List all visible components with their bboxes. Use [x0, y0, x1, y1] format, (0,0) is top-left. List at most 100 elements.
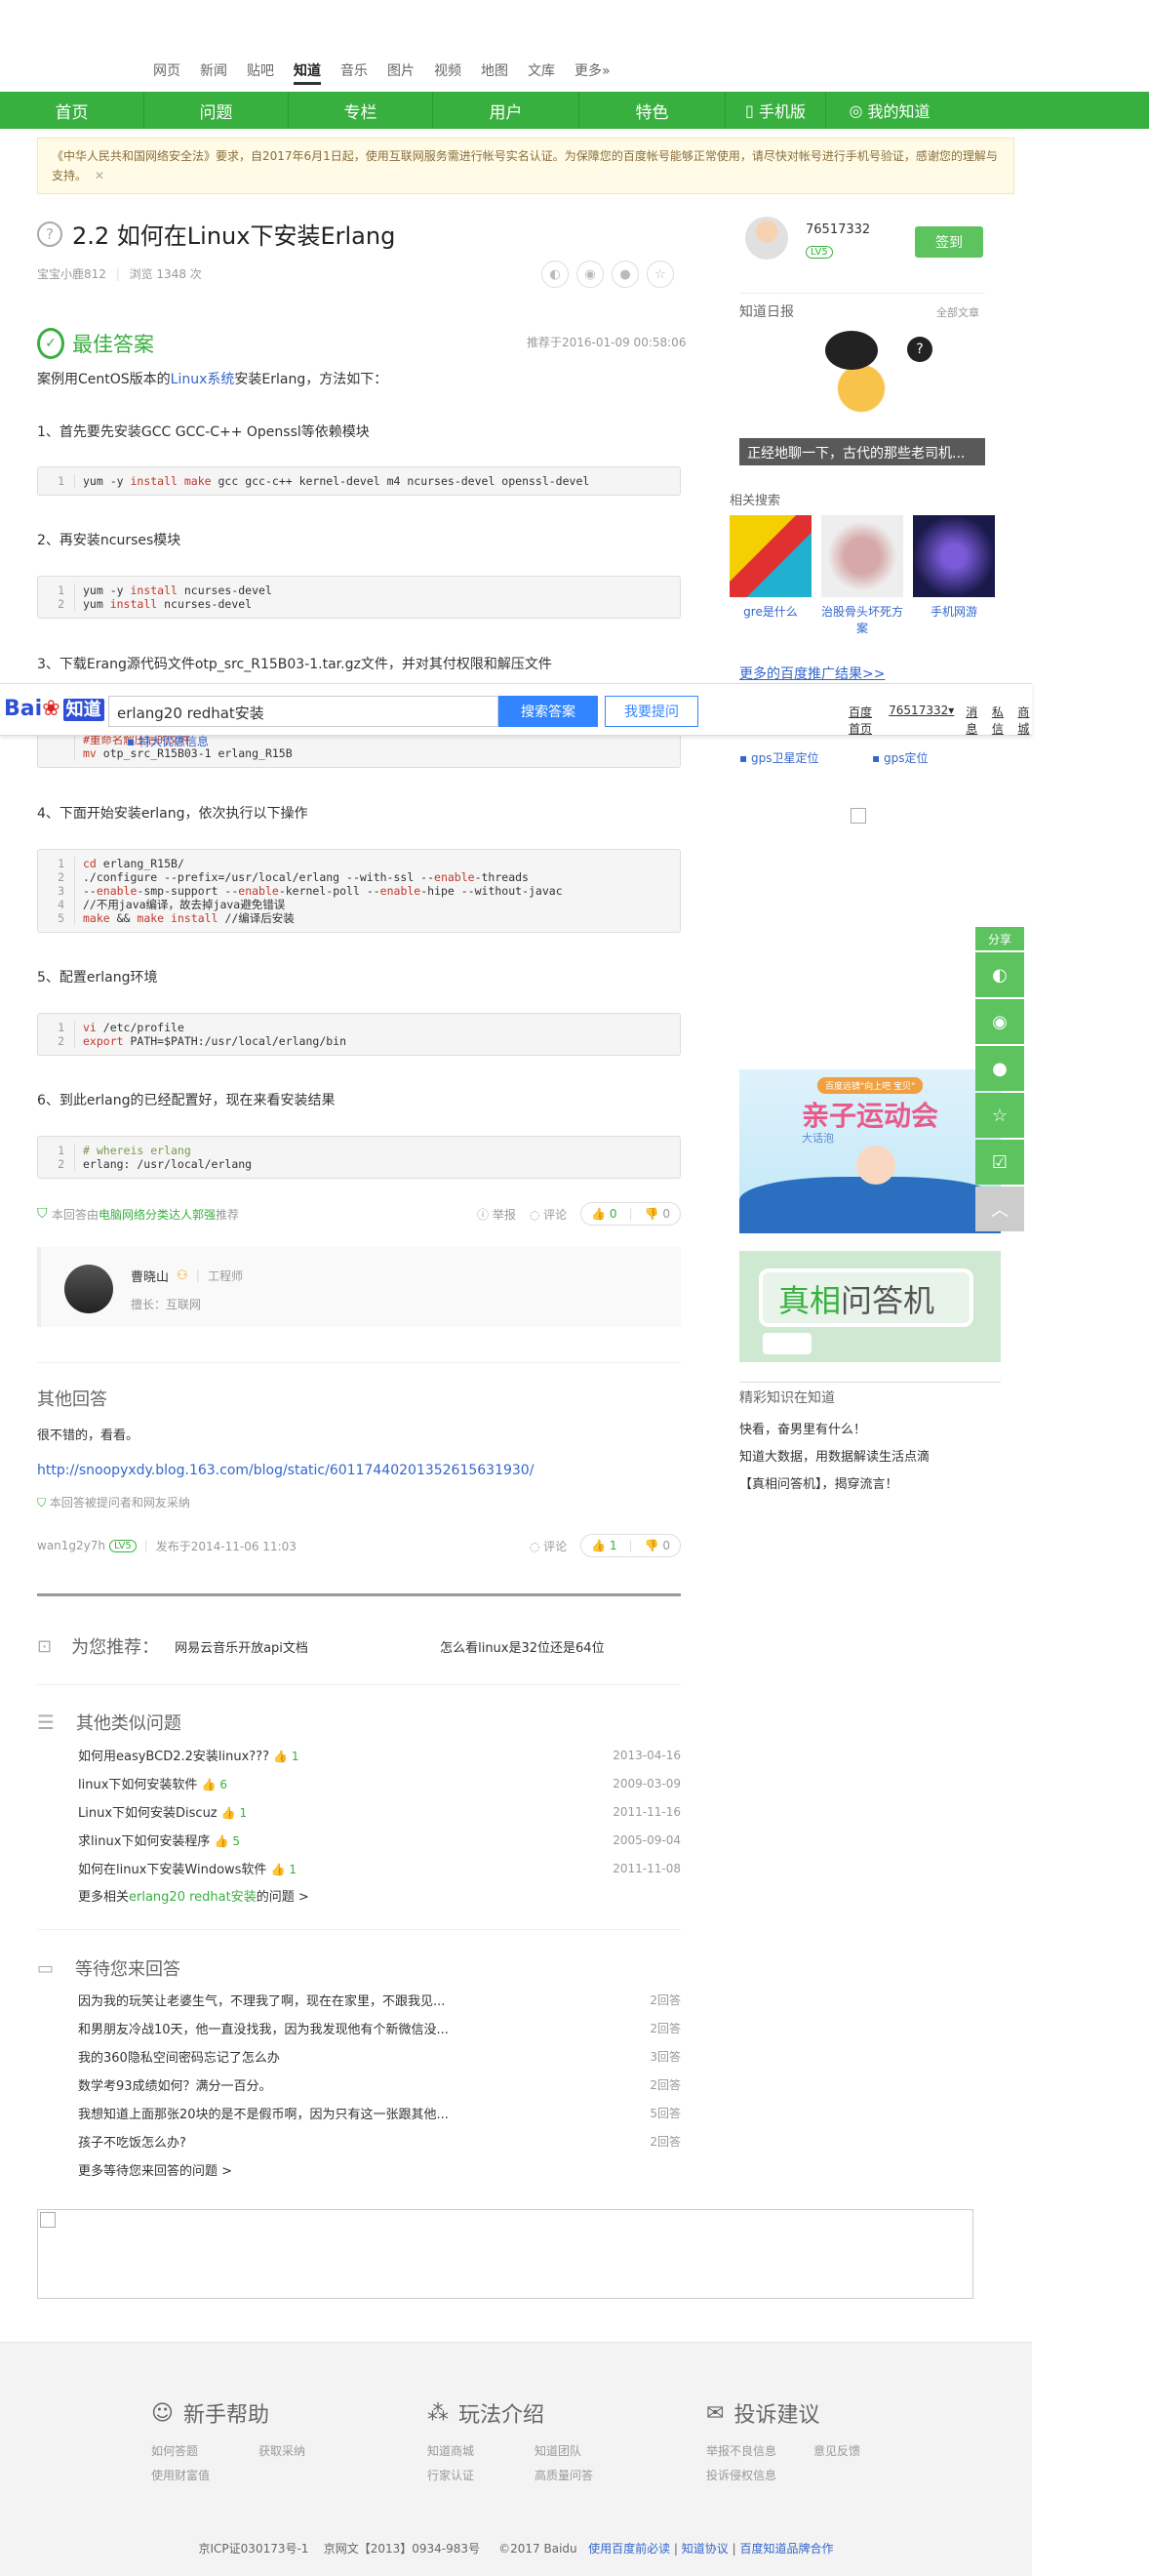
- asker-name[interactable]: 宝宝小鹿812: [37, 267, 106, 281]
- related-image-3[interactable]: [913, 515, 995, 597]
- answerer-name[interactable]: wan1g2y7h: [37, 1539, 105, 1552]
- star-icon[interactable]: ☆: [975, 1093, 1024, 1138]
- waiting-question[interactable]: 孩子不吃饭怎么办?: [78, 2132, 186, 2151]
- footer-link[interactable]: 使用财富值: [151, 2467, 258, 2483]
- similar-question[interactable]: 求linux下如何安装程序: [78, 1834, 210, 1849]
- link-baidu-home[interactable]: 百度首页: [849, 704, 877, 737]
- related-link[interactable]: 手机网游: [913, 603, 995, 620]
- topnav-item[interactable]: 视频: [434, 60, 461, 85]
- related-image-1[interactable]: [730, 515, 812, 597]
- thumbs-up-button[interactable]: 👍 1: [591, 1539, 616, 1552]
- waiting-row[interactable]: 孩子不吃饭怎么办? 2回答: [78, 2127, 681, 2155]
- footer-link[interactable]: 知道商城: [427, 2442, 535, 2459]
- wonder-link[interactable]: 快看，奋男里有什么！: [739, 1419, 866, 1437]
- search-button[interactable]: 搜索答案: [498, 696, 598, 727]
- recommend-link[interactable]: 怎么看linux是32位还是64位: [440, 1637, 604, 1656]
- baidu-logo[interactable]: Bai❀ 知道: [4, 696, 104, 721]
- waiting-row[interactable]: 因为我的玩笑让老婆生气，不理我了啊，现在在家里，不跟我见... 2回答: [78, 1986, 681, 2014]
- topnav-item[interactable]: 文库: [528, 60, 555, 85]
- footer-link[interactable]: 投诉侵权信息: [706, 2467, 813, 2483]
- daily-image[interactable]: ? 正经地聊一下，古代的那些老司机...: [739, 325, 985, 465]
- other-answer-link[interactable]: http://snoopyxdy.blog.163.com/blog/stati…: [37, 1463, 534, 1478]
- thumbs-up-button[interactable]: 👍 0: [591, 1207, 616, 1221]
- similar-row[interactable]: 如何用easyBCD2.2安装linux??? 👍 1 2013-04-16: [78, 1741, 681, 1769]
- search-input[interactable]: erlang20 redhat安装: [108, 696, 498, 727]
- star-icon[interactable]: ☆: [647, 261, 674, 288]
- ad-truth-machine[interactable]: 真相问答机: [739, 1251, 1001, 1362]
- user-avatar[interactable]: [745, 217, 788, 260]
- similar-question[interactable]: 如何在linux下安装Windows软件: [78, 1863, 266, 1877]
- similar-question[interactable]: 如何用easyBCD2.2安装linux???: [78, 1750, 269, 1764]
- qq-icon[interactable]: ●: [612, 261, 639, 288]
- comment-button[interactable]: ◌ 评论: [530, 1538, 567, 1554]
- waiting-question[interactable]: 因为我的玩笑让老婆生气，不理我了啊，现在在家里，不跟我见...: [78, 1991, 445, 2009]
- checklist-icon[interactable]: ☑: [975, 1140, 1024, 1185]
- signin-button[interactable]: 签到: [915, 226, 983, 258]
- promo-link[interactable]: ▪ 特大优惠信息: [127, 733, 209, 749]
- avatar[interactable]: [64, 1265, 113, 1313]
- footer-link[interactable]: 知道团队: [535, 2442, 642, 2459]
- footer-link[interactable]: 如何答题: [151, 2442, 258, 2459]
- thumbs-down-button[interactable]: 👎 0: [645, 1539, 670, 1552]
- similar-question[interactable]: Linux下如何安装Discuz: [78, 1806, 218, 1821]
- waiting-more[interactable]: 更多等待您来回答的问题 >: [78, 2160, 232, 2179]
- back-to-top-icon[interactable]: ︿: [975, 1187, 1024, 1231]
- waiting-question[interactable]: 和男朋友冷战10天，他一直没找我，因为我发现他有个新微信没...: [78, 2019, 449, 2037]
- topnav-item[interactable]: 图片: [387, 60, 415, 85]
- promo-link[interactable]: ▪ gps卫星定位: [739, 749, 818, 766]
- footer-link[interactable]: 知道协议: [682, 2542, 729, 2556]
- footer-link[interactable]: 使用百度前必读: [588, 2542, 670, 2556]
- side-username[interactable]: 76517332: [806, 222, 870, 237]
- footer-link[interactable]: 获取采纳: [258, 2442, 366, 2459]
- ad-banner[interactable]: [37, 2209, 973, 2299]
- author-name[interactable]: 曹晓山: [131, 1267, 169, 1285]
- ask-question-button[interactable]: 我要提问: [605, 696, 698, 727]
- topnav-item[interactable]: 网页: [153, 60, 180, 85]
- skill-link[interactable]: 互联网: [166, 1298, 201, 1311]
- nav-features[interactable]: 特色: [579, 92, 726, 129]
- waiting-row[interactable]: 和男朋友冷战10天，他一直没找我，因为我发现他有个新微信没... 2回答: [78, 2014, 681, 2042]
- similar-row[interactable]: Linux下如何安装Discuz 👍 1 2011-11-16: [78, 1797, 681, 1826]
- wechat-icon[interactable]: ◐: [541, 261, 569, 288]
- linux-link[interactable]: Linux系统: [171, 372, 235, 387]
- weibo-icon[interactable]: ◉: [576, 261, 604, 288]
- comment-button[interactable]: ◌ 评论: [530, 1206, 567, 1223]
- qq-icon[interactable]: ●: [975, 1046, 1024, 1091]
- link-shop[interactable]: 商城: [1017, 704, 1032, 737]
- related-link[interactable]: gre是什么: [730, 603, 812, 620]
- promo-link[interactable]: ▪ gps定位: [872, 749, 928, 766]
- footer-link[interactable]: 高质量问答: [535, 2467, 642, 2483]
- waiting-question[interactable]: 我的360隐私空间密码忘记了怎么办: [78, 2047, 280, 2066]
- nav-phone[interactable]: ▯ 手机版: [726, 92, 826, 129]
- waiting-row[interactable]: 我的360隐私空间密码忘记了怎么办 3回答: [78, 2042, 681, 2071]
- similar-row[interactable]: linux下如何安装软件 👍 6 2009-03-09: [78, 1769, 681, 1797]
- footer-link[interactable]: 百度知道品牌合作: [739, 2542, 833, 2556]
- waiting-question[interactable]: 我想知道上面那张20块的是不是假币啊，因为只有这一张跟其他...: [78, 2104, 449, 2122]
- waiting-row[interactable]: 数学考93成绩如何？满分一百分。 2回答: [78, 2071, 681, 2099]
- nav-questions[interactable]: 问题: [144, 92, 289, 129]
- similar-question[interactable]: linux下如何安装软件: [78, 1778, 197, 1792]
- footer-link[interactable]: 意见反馈: [813, 2442, 921, 2459]
- similar-row[interactable]: 求linux下如何安装程序 👍 5 2005-09-04: [78, 1826, 681, 1854]
- similar-row[interactable]: 如何在linux下安装Windows软件 👍 1 2011-11-08: [78, 1854, 681, 1882]
- nav-home[interactable]: 首页: [0, 92, 144, 129]
- report-button[interactable]: ⓘ 举报: [477, 1206, 516, 1223]
- similar-more[interactable]: 更多相关erlang20 redhat安装的问题 >: [78, 1886, 309, 1905]
- expert-name[interactable]: 郭强: [192, 1206, 216, 1223]
- nav-my-zhidao[interactable]: ◎ 我的知道: [826, 92, 953, 129]
- waiting-row[interactable]: 我想知道上面那张20块的是不是假币啊，因为只有这一张跟其他... 5回答: [78, 2099, 681, 2127]
- expert-link[interactable]: 电脑网络分类达人: [99, 1206, 192, 1223]
- nav-users[interactable]: 用户: [433, 92, 579, 129]
- thumbs-down-button[interactable]: 👎 0: [645, 1207, 670, 1221]
- weibo-icon[interactable]: ◉: [975, 999, 1024, 1044]
- footer-link[interactable]: 举报不良信息: [706, 2442, 813, 2459]
- topnav-item[interactable]: 知道: [294, 60, 321, 85]
- nav-columns[interactable]: 专栏: [289, 92, 433, 129]
- all-articles-link[interactable]: 全部文章: [936, 304, 979, 320]
- ad-sports-meeting[interactable]: 百度远镜"向上吧 宝贝" 亲子运动会 大话泡: [739, 1069, 1001, 1233]
- wonder-link[interactable]: 知道大数据，用数据解读生活点滴: [739, 1446, 930, 1465]
- link-private-messages[interactable]: 私信: [992, 704, 1007, 737]
- wonder-link[interactable]: 【真相问答机】，揭穿流言！: [739, 1473, 898, 1492]
- topnav-item[interactable]: 更多»: [574, 60, 611, 85]
- wechat-icon[interactable]: ◐: [975, 952, 1024, 997]
